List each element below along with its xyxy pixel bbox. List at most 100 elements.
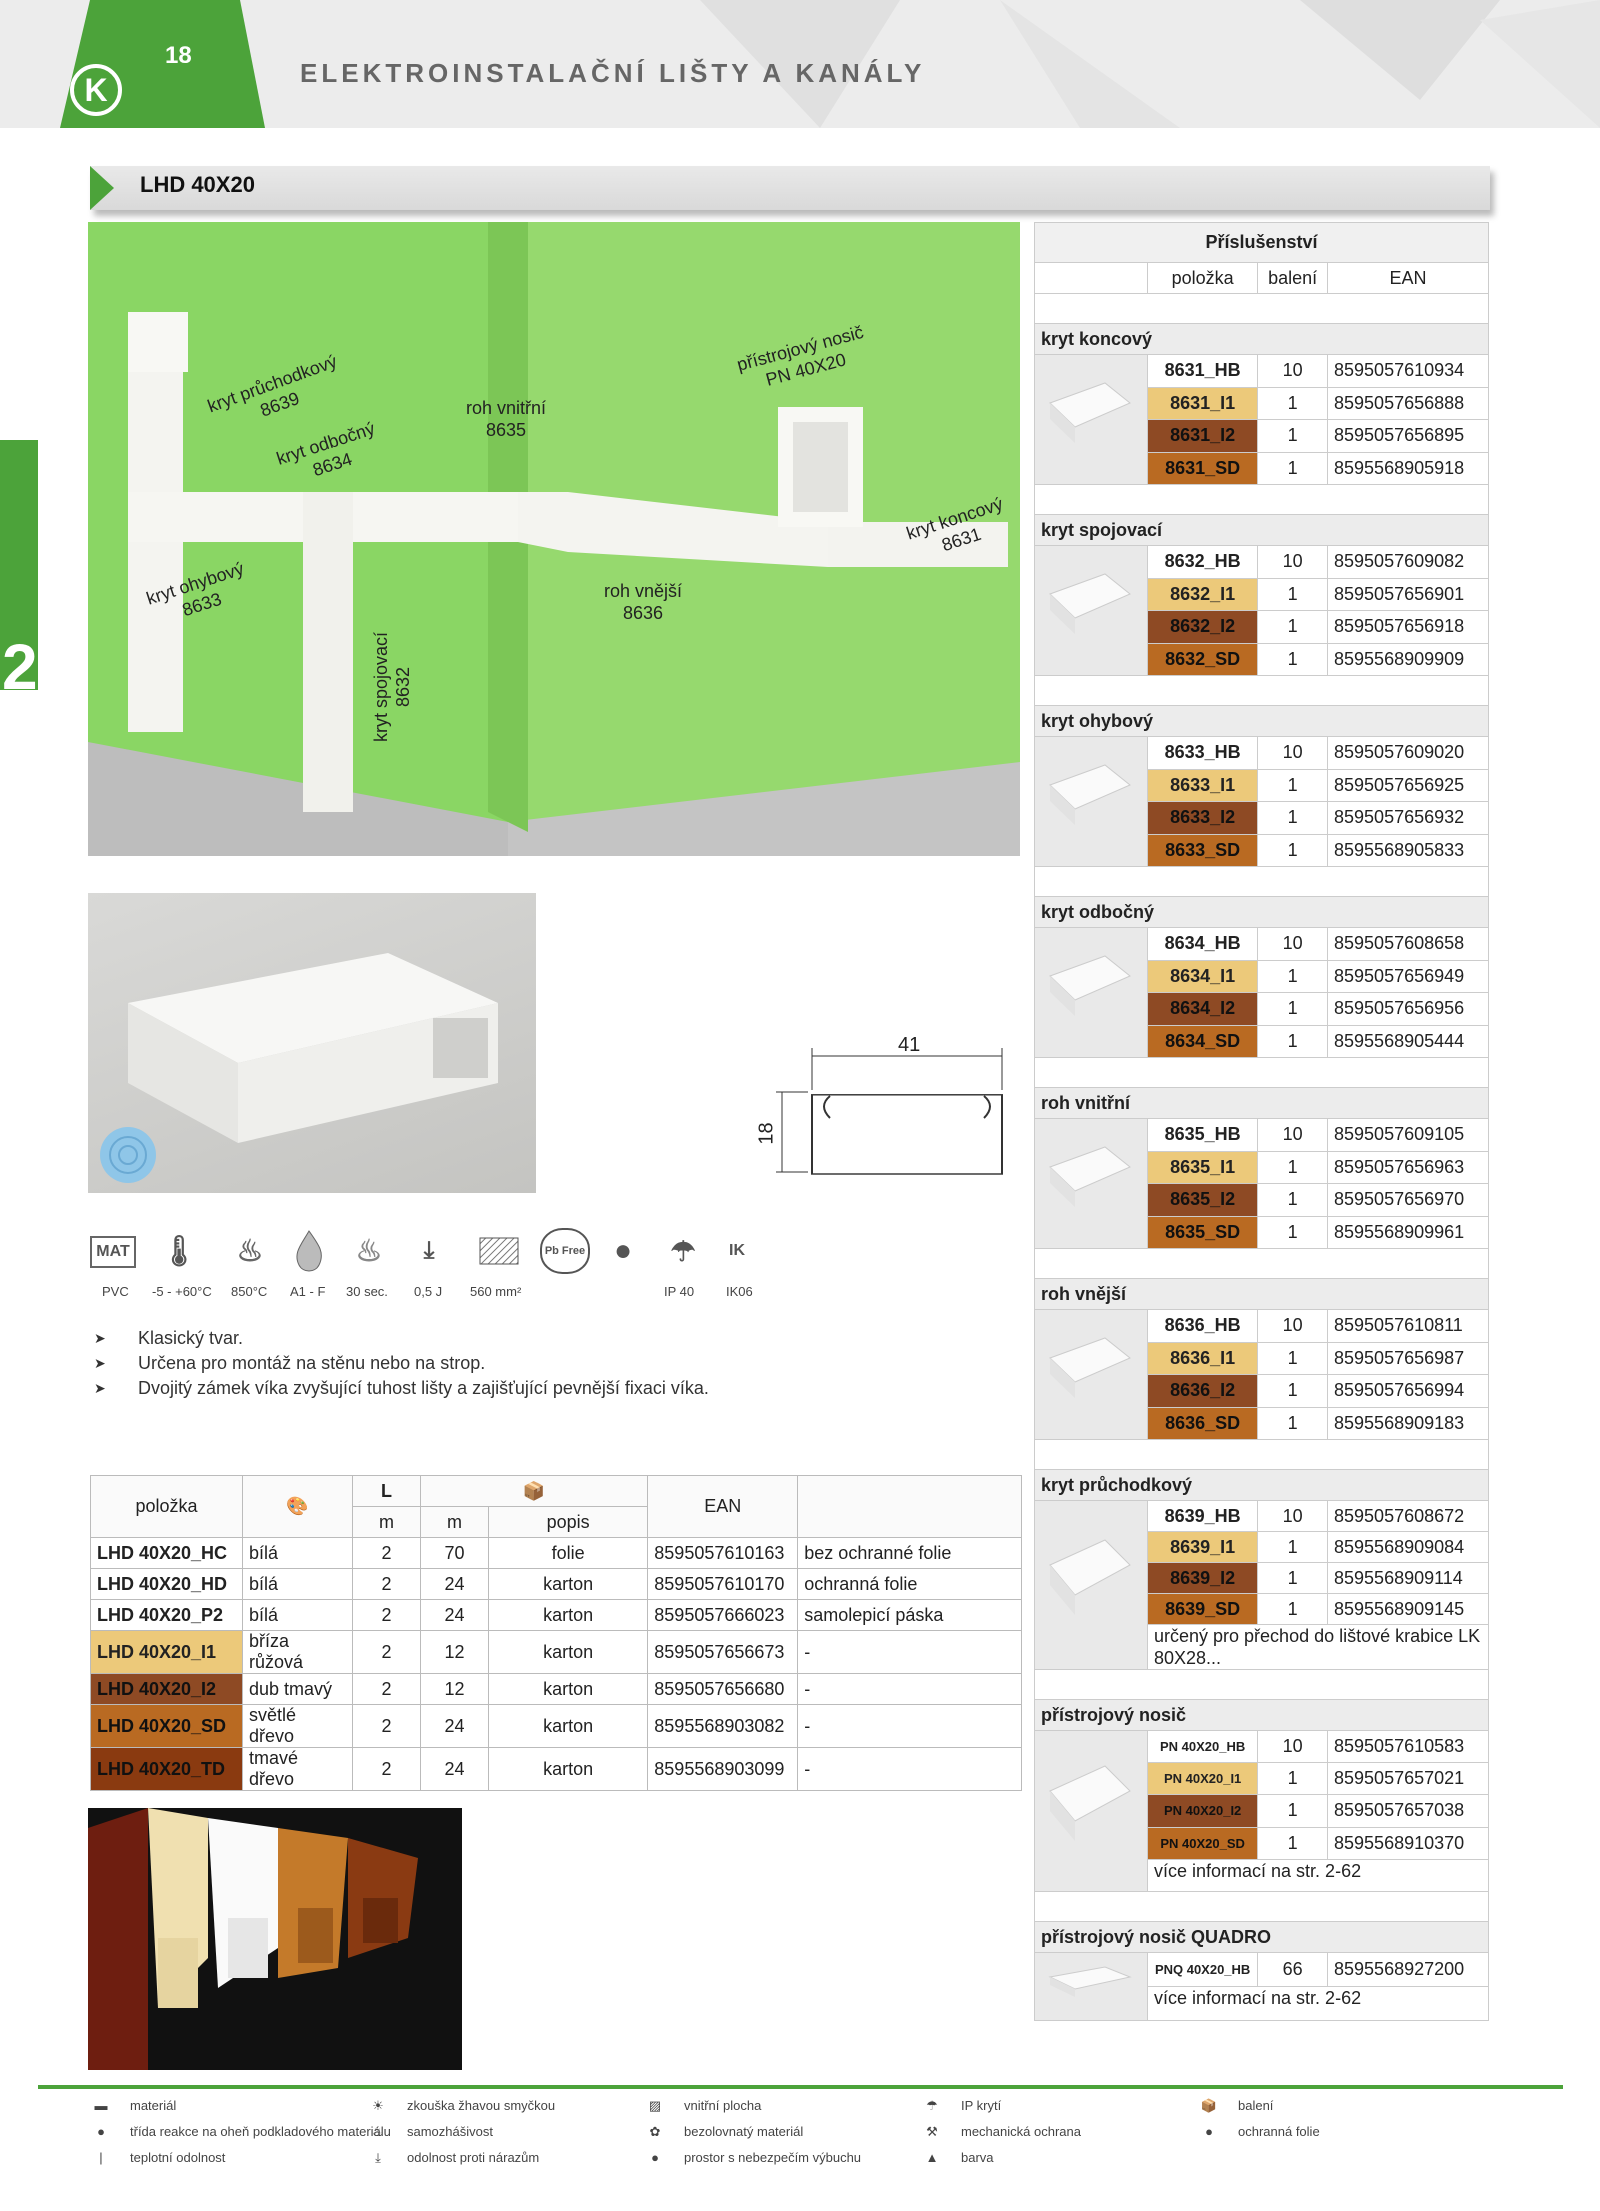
acc-item-pack: 10 bbox=[1257, 1500, 1329, 1532]
legend-package-icon: 📦 bbox=[1200, 2098, 1218, 2113]
self-extinguish-icon: ♨ bbox=[355, 1234, 383, 1268]
acc-item-code: PNQ 40X20_HB bbox=[1146, 1952, 1259, 1987]
acc-group-name: přístrojový nosič QUADRO bbox=[1034, 1921, 1489, 1953]
acc-item-ean: 8595057656994 bbox=[1327, 1374, 1489, 1408]
acc-item-code: 8634_I1 bbox=[1146, 959, 1259, 993]
legend-label: barva bbox=[961, 2150, 994, 2165]
acc-item-code: 8639_I1 bbox=[1146, 1531, 1259, 1563]
legend-label: odolnost proti nárazům bbox=[407, 2150, 540, 2165]
product-pack: karton bbox=[487, 1747, 649, 1791]
acc-item-code: 8631_HB bbox=[1146, 354, 1259, 388]
acc-spacer bbox=[1034, 1057, 1489, 1088]
product-ean: 8595057656680 bbox=[647, 1673, 799, 1705]
feature-list: ➤ Klasický tvar. ➤ Určena pro montáž na st… bbox=[94, 1326, 709, 1401]
legend-label: ochranná folie bbox=[1238, 2124, 1320, 2139]
acc-header-blank bbox=[1034, 262, 1148, 294]
glow-wire-icon: ♨ bbox=[236, 1234, 264, 1268]
acc-item-code: 8634_SD bbox=[1146, 1024, 1259, 1058]
chapter-number: 2 bbox=[2, 631, 38, 703]
acc-item-ean: 8595057656932 bbox=[1327, 801, 1489, 835]
col-note bbox=[797, 1475, 1022, 1538]
acc-item-row: 8633_HB 10 8595057609020 bbox=[1034, 736, 1489, 867]
product-color: bílá bbox=[242, 1568, 353, 1600]
acc-item-ean: 8595057610583 bbox=[1327, 1729, 1489, 1764]
product-length: 2 bbox=[352, 1537, 421, 1569]
acc-item-row: 8636_HB 10 8595057610811 bbox=[1034, 1309, 1489, 1440]
property-icons: MAT PVC 🌡 -5 - +60°C ♨ 850°C A1 - F ♨ 30… bbox=[90, 1228, 790, 1299]
acc-spacer bbox=[1034, 1669, 1489, 1700]
acc-item-image bbox=[1034, 545, 1148, 676]
acc-item-ean: 8595057610811 bbox=[1327, 1309, 1489, 1343]
legend-item: ▨ vnitřní plocha bbox=[644, 2098, 761, 2114]
acc-group-name: kryt koncový bbox=[1034, 323, 1489, 355]
acc-item-ean: 8595057656925 bbox=[1327, 768, 1489, 802]
acc-title-row: Příslušenství bbox=[1034, 222, 1489, 263]
product-meters: 12 bbox=[420, 1673, 489, 1705]
acc-group-row: přístrojový nosič bbox=[1034, 1699, 1489, 1731]
product-code: LHD 40X20_I2 bbox=[90, 1673, 243, 1705]
acc-title: Příslušenství bbox=[1034, 222, 1489, 263]
acc-item-code: 8635_I1 bbox=[1146, 1150, 1259, 1184]
acc-item-pack: 1 bbox=[1257, 451, 1329, 485]
product-color: bílá bbox=[242, 1537, 353, 1569]
area-icon bbox=[476, 1228, 522, 1274]
legend-protective-foil-icon: ● bbox=[1205, 2124, 1213, 2139]
acc-group-row: kryt odbočný bbox=[1034, 896, 1489, 928]
acc-item-pack: 1 bbox=[1257, 1531, 1329, 1563]
acc-item-code: 8633_I2 bbox=[1146, 801, 1259, 835]
legend-glow-wire-icon: ☀ bbox=[372, 2098, 384, 2113]
acc-item-code: PN 40X20_HB bbox=[1146, 1729, 1259, 1764]
acc-spacer-cell bbox=[1034, 1439, 1489, 1470]
cross-section-drawing: 41 18 bbox=[756, 1030, 1020, 1190]
acc-item-ean: 8595057657021 bbox=[1327, 1762, 1489, 1796]
acc-item-code: PN 40X20_SD bbox=[1146, 1826, 1259, 1860]
acc-item-ean: 8595057656901 bbox=[1327, 577, 1489, 611]
acc-item-image bbox=[1034, 1952, 1148, 2021]
acc-item-pack: 1 bbox=[1257, 1762, 1329, 1796]
acc-item-ean: 8595568927200 bbox=[1327, 1952, 1489, 1987]
legend-material-icon: ▬ bbox=[94, 2098, 108, 2113]
acc-item-row: PN 40X20_HB 10 8595057610583 bbox=[1034, 1729, 1489, 1892]
label-roh-vnitrni: roh vnitřní 8635 bbox=[466, 398, 547, 440]
acc-spacer bbox=[1034, 1439, 1489, 1470]
col-unit-m: m bbox=[420, 1506, 489, 1538]
acc-col-pack: balení bbox=[1257, 262, 1329, 294]
legend-item: ▲ barva bbox=[921, 2150, 994, 2165]
product-note: - bbox=[797, 1673, 1022, 1705]
col-polozka: položka bbox=[90, 1475, 243, 1538]
acc-item-pack: 1 bbox=[1257, 577, 1329, 611]
acc-item-pack: 1 bbox=[1257, 992, 1329, 1026]
legend-item: ☀ zkouška žhavou smyčkou bbox=[367, 2098, 555, 2114]
product-meters: 24 bbox=[420, 1704, 489, 1748]
drawing-width-label: 41 bbox=[898, 1034, 921, 1056]
acc-col-ean: EAN bbox=[1327, 262, 1489, 294]
legend-item: 📦 balení bbox=[1198, 2098, 1274, 2114]
acc-spacer bbox=[1034, 1248, 1489, 1279]
acc-note: více informací na str. 2-62 bbox=[1147, 1858, 1489, 1893]
acc-item-image bbox=[1034, 1309, 1148, 1440]
ik-label: IK06 bbox=[726, 1284, 753, 1299]
acc-item-code: PN 40X20_I1 bbox=[1146, 1762, 1259, 1796]
legend-label: materiál bbox=[130, 2098, 177, 2113]
legend-item: ● třída reakce na oheň podkladového mater… bbox=[90, 2124, 391, 2139]
acc-group-name: kryt průchodkový bbox=[1034, 1469, 1489, 1501]
bomb-icon: ● bbox=[613, 1234, 633, 1267]
acc-item-ean: 8595057656888 bbox=[1327, 386, 1489, 420]
acc-item-ean: 8595057656956 bbox=[1327, 992, 1489, 1026]
acc-item-code: 8635_I2 bbox=[1146, 1183, 1259, 1217]
acc-item-code: 8636_SD bbox=[1146, 1406, 1259, 1440]
acc-item-ean: 8595057610934 bbox=[1327, 354, 1489, 388]
acc-item-pack: 1 bbox=[1257, 1826, 1329, 1860]
acc-item-ean: 8595568910370 bbox=[1327, 1826, 1489, 1860]
acc-group-row: kryt průchodkový bbox=[1034, 1469, 1489, 1501]
umbrella-icon: ☂ bbox=[670, 1235, 696, 1267]
product-ean: 8595568903082 bbox=[647, 1704, 799, 1748]
acc-spacer-cell bbox=[1034, 866, 1489, 897]
acc-spacer bbox=[1034, 866, 1489, 897]
acc-item-image bbox=[1034, 927, 1148, 1058]
lead-free-icon: Pb Free bbox=[540, 1228, 590, 1274]
product-code: LHD 40X20_HD bbox=[90, 1568, 243, 1600]
label-roh-vnejsi: roh vnější 8636 bbox=[604, 581, 683, 623]
product-color: tmavé dřevo bbox=[242, 1747, 353, 1791]
acc-item-code: 8633_I1 bbox=[1146, 768, 1259, 802]
